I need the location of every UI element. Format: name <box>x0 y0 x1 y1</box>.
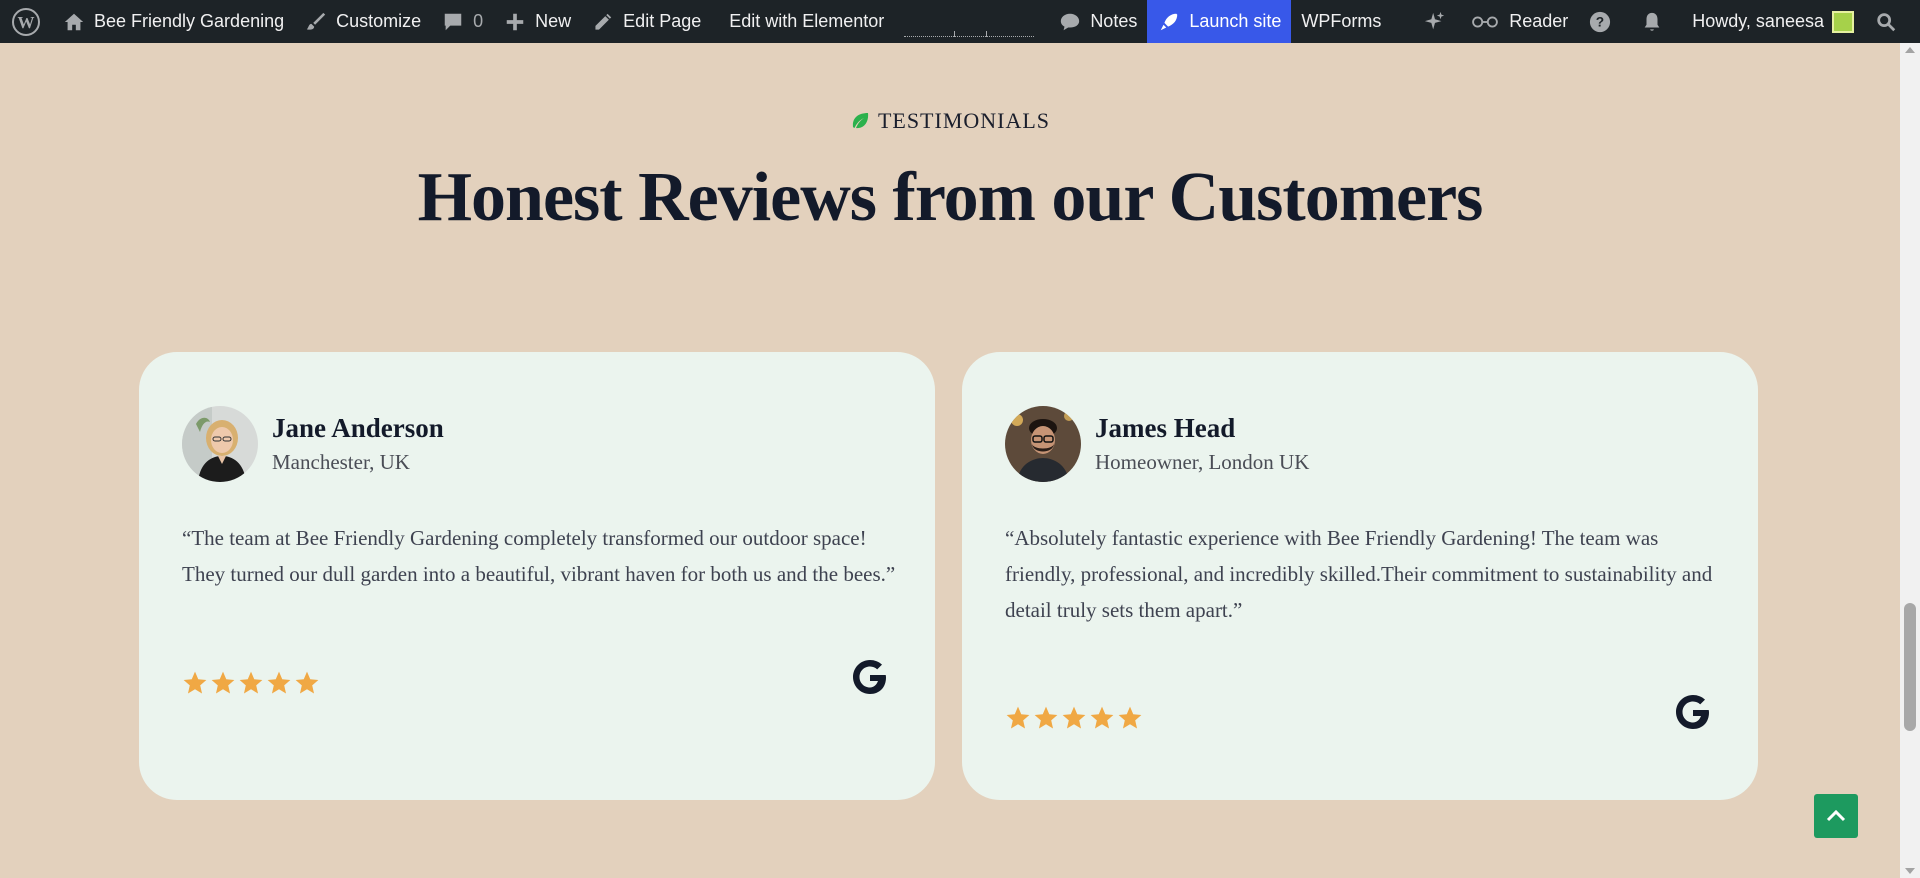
new-content-link[interactable]: New <box>493 0 581 43</box>
review-text: “The team at Bee Friendly Gardening comp… <box>182 526 896 586</box>
reviewer-location: Homeowner, London UK <box>1095 450 1310 474</box>
google-icon <box>848 655 892 699</box>
star-icon <box>1062 706 1086 729</box>
section-title: Honest Reviews from our Customers <box>417 159 1484 236</box>
help-button[interactable]: ? <box>1578 0 1630 43</box>
reviewer-name: James Head <box>1095 413 1236 443</box>
help-icon: ? <box>1588 10 1612 34</box>
star-icon <box>1034 706 1058 729</box>
customize-link[interactable]: Customize <box>294 0 431 43</box>
bell-icon <box>1640 10 1664 34</box>
plus-icon <box>503 10 527 34</box>
wordpress-logo-icon[interactable]: W <box>0 0 52 43</box>
review-text: “Absolutely fantastic experience with Be… <box>1005 526 1713 622</box>
reader-label: Reader <box>1509 11 1569 31</box>
reviewer: James Head Homeowner, London UK <box>1005 406 1309 482</box>
section-eyebrow: TESTIMONIALS <box>0 108 1900 134</box>
brush-icon <box>304 10 328 34</box>
star-icon <box>295 671 319 694</box>
chat-bubble-icon <box>1058 10 1082 34</box>
google-icon <box>1671 690 1715 734</box>
avatar <box>182 406 258 482</box>
scrollbar-thumb[interactable] <box>1904 603 1916 731</box>
edit-elementor-link[interactable]: Edit with Elementor <box>711 0 894 43</box>
eyebrow-label: TESTIMONIALS <box>877 108 1051 133</box>
ai-sparkle-button[interactable] <box>1413 0 1459 43</box>
glasses-icon <box>1469 10 1501 34</box>
star-icon <box>183 671 207 694</box>
wpforms-label: WPForms <box>1301 11 1382 31</box>
user-account-link[interactable]: Howdy, saneesa <box>1682 0 1864 43</box>
star-icon <box>239 671 263 694</box>
comment-icon <box>441 10 465 34</box>
stats-sparkline[interactable] <box>904 0 1035 43</box>
notifications-button[interactable] <box>1630 0 1682 43</box>
user-avatar <box>1832 10 1854 33</box>
pencil-icon <box>591 10 615 34</box>
svg-text:W: W <box>18 13 35 32</box>
comments-link[interactable]: 0 <box>431 0 493 43</box>
notes-link[interactable]: Notes <box>1048 0 1147 43</box>
review-card: James Head Homeowner, London UK “Absolut… <box>962 352 1758 800</box>
avatar <box>1005 406 1081 482</box>
back-to-top-button[interactable] <box>1814 794 1858 838</box>
star-icon <box>1006 706 1030 729</box>
comments-count: 0 <box>473 11 484 31</box>
site-name-link[interactable]: Bee Friendly Gardening <box>52 0 294 43</box>
page-scrollbar[interactable] <box>1900 43 1920 878</box>
chevron-up-icon <box>1826 809 1846 822</box>
star-rating <box>182 670 320 696</box>
edit-page-link[interactable]: Edit Page <box>581 0 711 43</box>
star-rating <box>1005 705 1143 731</box>
wpforms-link[interactable]: WPForms <box>1291 0 1391 43</box>
reviewer-name: Jane Anderson <box>272 413 444 443</box>
edit-elementor-label: Edit with Elementor <box>729 11 885 31</box>
reader-link[interactable]: Reader <box>1459 0 1578 43</box>
new-label: New <box>535 11 572 31</box>
reviewer-location: Manchester, UK <box>272 450 410 474</box>
reviewer: Jane Anderson Manchester, UK <box>182 406 444 482</box>
edit-page-label: Edit Page <box>623 11 702 31</box>
howdy-label: Howdy, saneesa <box>1692 11 1824 31</box>
customize-label: Customize <box>336 11 422 31</box>
admin-bar-right: Reader ? Howdy, saneesa <box>1413 0 1920 43</box>
search-icon <box>1874 10 1898 34</box>
admin-bar: W Bee Friendly Gardening Customize 0 New… <box>0 0 1920 43</box>
star-icon <box>267 671 291 694</box>
launch-site-button[interactable]: Launch site <box>1147 0 1292 43</box>
svg-text:?: ? <box>1596 14 1604 29</box>
launch-site-label: Launch site <box>1189 11 1282 31</box>
site-name-label: Bee Friendly Gardening <box>94 11 285 31</box>
sparkle-icon <box>1423 10 1447 34</box>
star-icon <box>1118 706 1142 729</box>
rocket-icon <box>1157 10 1181 34</box>
star-icon <box>211 671 235 694</box>
review-card: Jane Anderson Manchester, UK “The team a… <box>139 352 935 800</box>
scroll-down-arrow-icon[interactable] <box>1905 868 1915 874</box>
home-icon <box>62 10 86 34</box>
star-icon <box>1090 706 1114 729</box>
leaf-icon <box>852 113 869 129</box>
scroll-up-arrow-icon[interactable] <box>1905 47 1915 53</box>
search-button[interactable] <box>1864 0 1920 43</box>
notes-label: Notes <box>1090 11 1138 31</box>
